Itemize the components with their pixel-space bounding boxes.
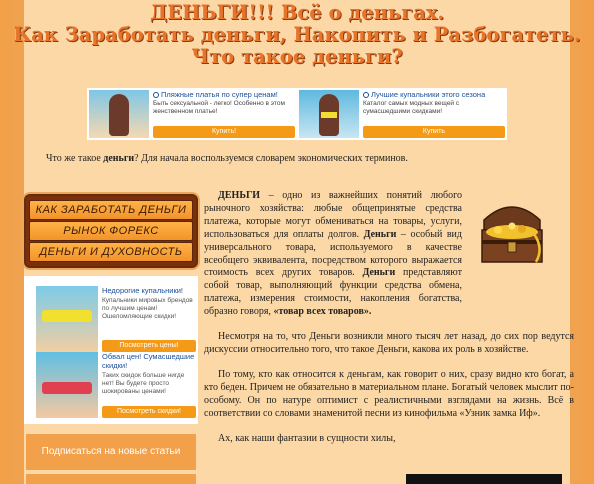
side-ad-2[interactable]: Обвал цен! Сумасшедшие скидки! Таких ски… xyxy=(36,352,196,418)
ad-description: Таких скидок больше нигде нет! Вы будете… xyxy=(102,372,185,395)
intro-bold: деньги xyxy=(103,153,135,164)
ad-title[interactable]: Недорогие купальники! xyxy=(102,286,196,295)
ad-title[interactable]: Обвал цен! Сумасшедшие скидки! xyxy=(102,352,196,370)
header-line-1: ДЕНЬГИ!!! Всё о деньгах. xyxy=(149,1,445,24)
intro-text: Что же такое деньги? Для начала воспольз… xyxy=(46,153,408,164)
subscribe-button[interactable]: Подписаться на новые статьи xyxy=(26,434,196,470)
ad-image[interactable] xyxy=(89,90,149,138)
ad-buy-button[interactable]: Купить! xyxy=(153,126,295,138)
intro-before: Что же такое xyxy=(46,153,104,164)
side-ad-block: Недорогие купальники! Купальники мировых… xyxy=(24,276,198,424)
top-ad-banner: Пляжные платья по супер ценам! Быть секс… xyxy=(87,88,507,140)
side-ad-1[interactable]: Недорогие купальники! Купальники мировых… xyxy=(36,286,196,352)
intro-after: ? Для начала воспользуемся словарем экон… xyxy=(134,153,408,164)
article-paragraph-4: Ах, как наши фантазии в сущности хилы, xyxy=(218,432,396,444)
subscribe-footer xyxy=(26,474,196,484)
ad-title[interactable]: Пляжные платья по супер ценам! xyxy=(161,90,278,99)
site-header: ДЕНЬГИ!!! Всё о деньгах. Как Заработать … xyxy=(12,2,582,68)
ad-buy-button[interactable]: Купить xyxy=(363,126,505,138)
menu-item-spirituality[interactable]: ДЕНЬГИ И ДУХОВНОСТЬ xyxy=(29,242,193,262)
menu-item-forex[interactable]: РЫНОК ФОРЕКС xyxy=(29,221,193,241)
article-paragraph-1: ДЕНЬГИ – одно из важнейших понятий любог… xyxy=(204,190,462,319)
term-goods: «товар всех товаров». xyxy=(273,306,372,318)
left-border xyxy=(12,0,24,484)
ad-image[interactable] xyxy=(36,286,98,352)
header-line-3: Что такое деньги? xyxy=(191,45,403,68)
article-body: ДЕНЬГИ – одно из важнейших понятий любог… xyxy=(204,190,574,457)
term-money: ДЕНЬГИ xyxy=(218,190,261,201)
top-ad-2[interactable]: Лучшие купальники этого сезона Каталог с… xyxy=(299,90,505,138)
ad-title[interactable]: Лучшие купальники этого сезона xyxy=(371,90,485,99)
info-icon xyxy=(363,91,369,98)
ad-view-prices-button[interactable]: Посмотреть цены! xyxy=(102,340,196,352)
info-icon xyxy=(153,91,159,98)
header-line-2: Как Заработать деньги, Накопить и Разбог… xyxy=(13,23,581,46)
ad-description: Каталог самых модных вещей с сумасшедшим… xyxy=(363,100,460,115)
video-frame[interactable] xyxy=(406,474,562,484)
side-menu: КАК ЗАРАБОТАТЬ ДЕНЬГИ РЫНОК ФОРЕКС ДЕНЬГ… xyxy=(24,194,198,268)
ad-image[interactable] xyxy=(36,352,98,418)
ad-image[interactable] xyxy=(299,90,359,138)
ad-description: Быть сексуальной - легко! Особенно в это… xyxy=(153,100,285,115)
top-ad-1[interactable]: Пляжные платья по супер ценам! Быть секс… xyxy=(89,90,295,138)
term-money: Деньги xyxy=(363,228,397,240)
page: ДЕНЬГИ!!! Всё о деньгах. Как Заработать … xyxy=(12,0,582,484)
ad-view-discounts-button[interactable]: Посмотреть скидки! xyxy=(102,406,196,418)
article-paragraph-2: Несмотря на то, что Деньги возникли мног… xyxy=(204,331,574,355)
term-money: Деньги xyxy=(362,267,396,279)
menu-item-earn-money[interactable]: КАК ЗАРАБОТАТЬ ДЕНЬГИ xyxy=(29,200,193,220)
ad-description: Купальники мировых брендов по лучшим цен… xyxy=(102,297,193,320)
article-paragraph-3: По тому, кто как относится к деньгам, ка… xyxy=(204,368,574,419)
